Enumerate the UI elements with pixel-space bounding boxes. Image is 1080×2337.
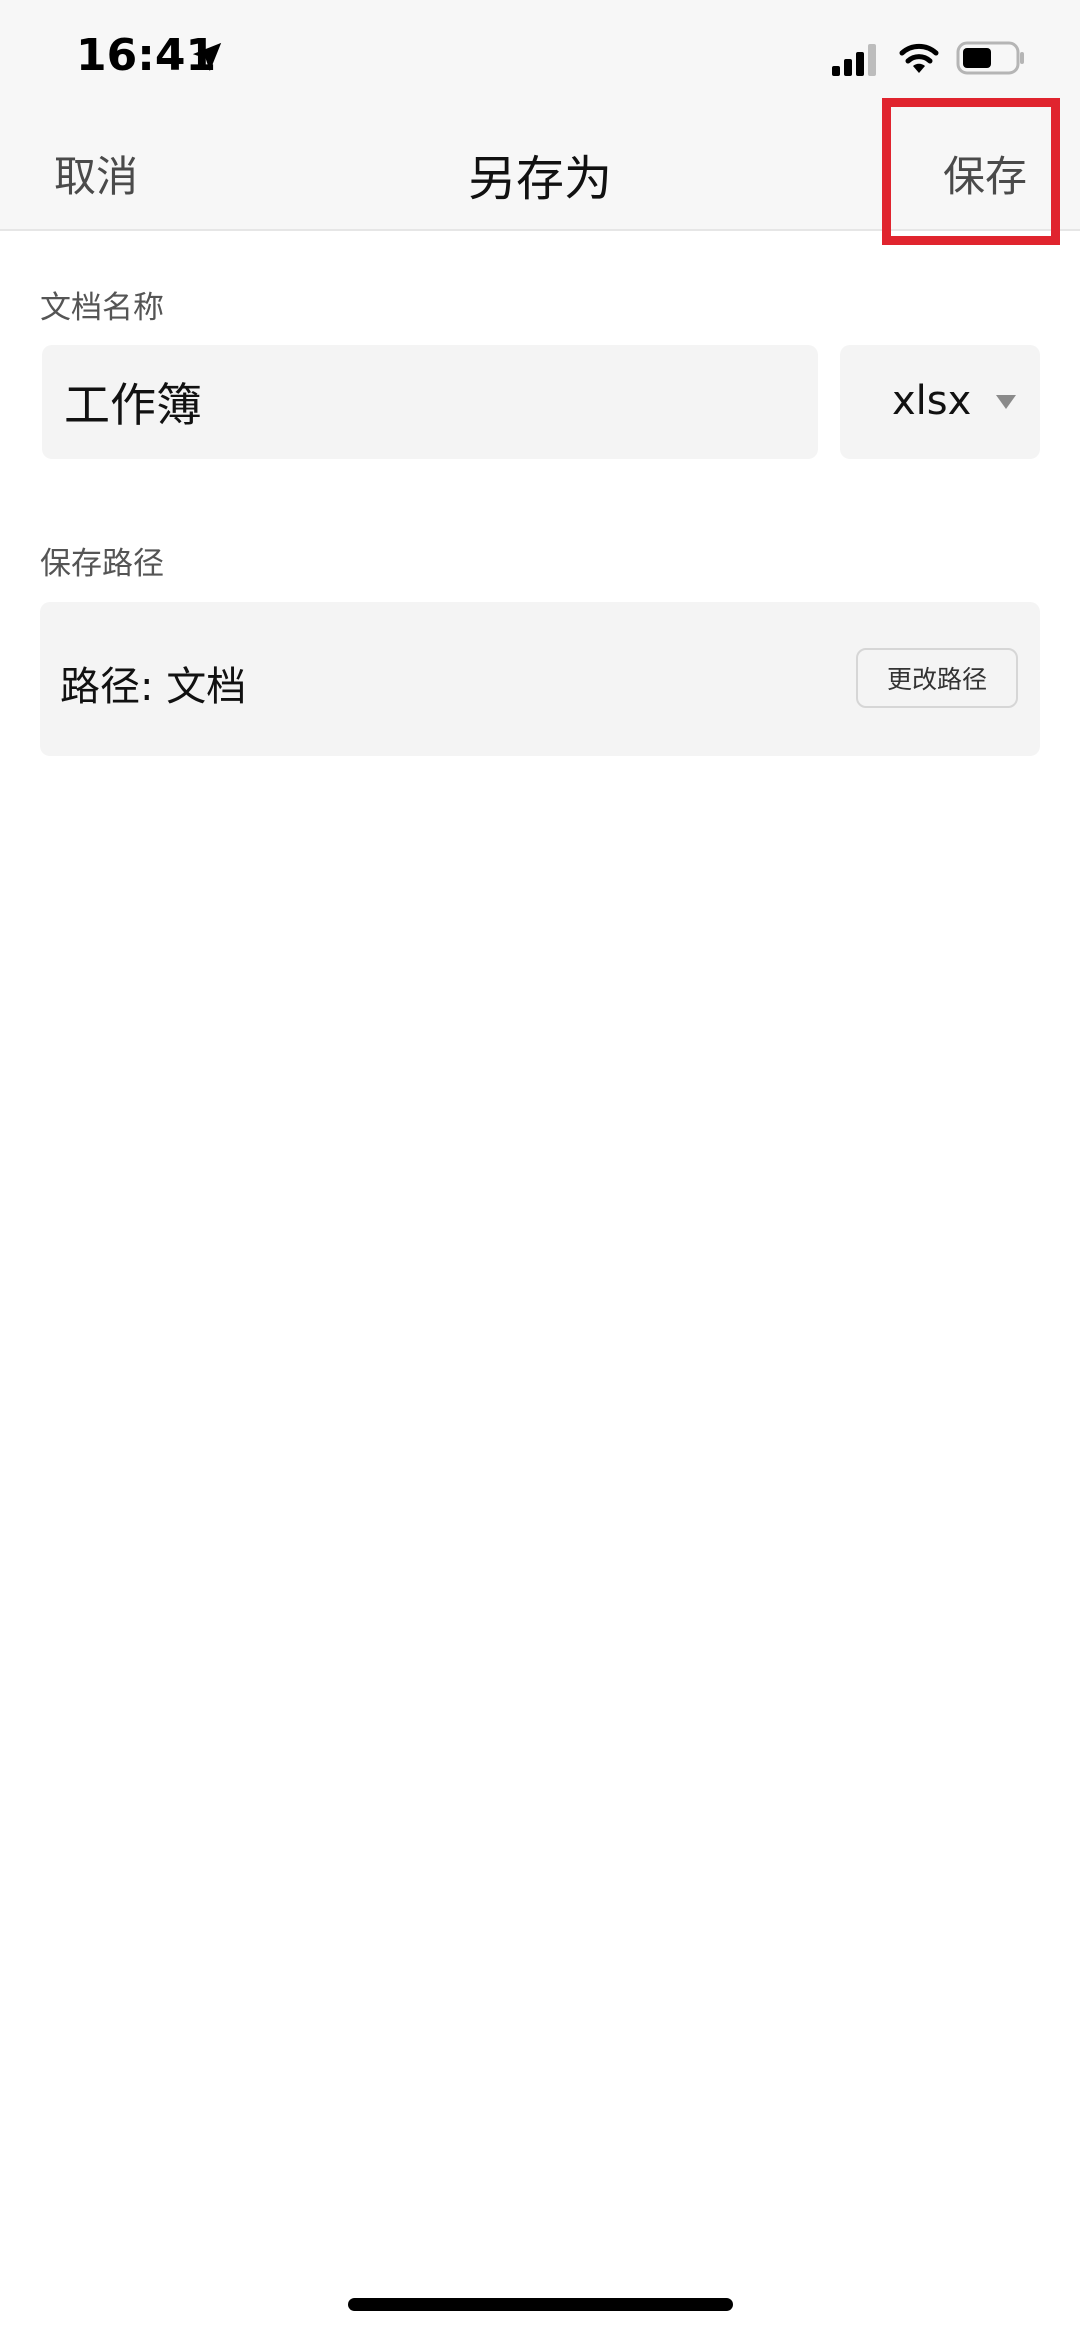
save-path-text: 路径: 文档 [60,664,247,710]
location-arrow-icon [192,42,222,72]
save-button-highlight [882,98,1060,245]
save-path-label: 保存路径 [40,546,164,582]
file-extension-value: xlsx [892,378,972,424]
cellular-signal-icon [832,44,876,76]
change-path-button[interactable]: 更改路径 [856,648,1018,708]
file-extension-select[interactable]: xlsx [840,345,1040,459]
save-path-panel: 路径: 文档 更改路径 [40,602,1040,756]
battery-icon [956,41,1024,75]
wifi-icon [899,43,939,73]
document-name-input[interactable] [42,345,818,459]
home-indicator [348,2298,733,2311]
caret-down-icon [996,395,1016,409]
document-name-label: 文档名称 [40,290,164,326]
